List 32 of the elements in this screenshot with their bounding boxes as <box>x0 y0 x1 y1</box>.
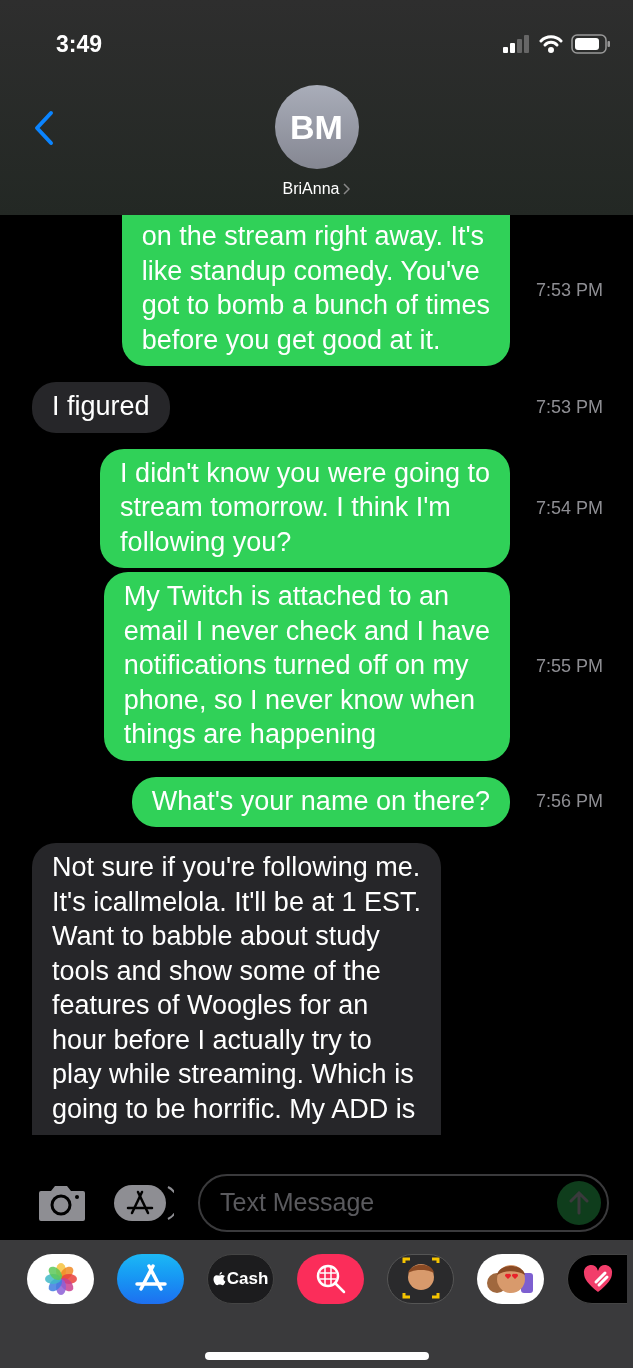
image-search-icon[interactable] <box>297 1254 364 1304</box>
arrow-up-icon <box>569 1190 589 1215</box>
message-time: 7:53 PM <box>536 396 604 417</box>
app-store-icon <box>112 1182 174 1223</box>
sticker-app-icon[interactable] <box>477 1254 544 1304</box>
message-time: 7:53 PM <box>536 280 604 300</box>
message-text: on the stream right away. It's like standup comedy. You've got to bomb a bunch of times before you get good at it. <box>141 220 490 357</box>
message-field[interactable]: Text Message <box>198 1173 609 1232</box>
message-text: My Twitch is attached to an email I never check and I have notifications turned off on my phone, so I never know when things are happening <box>123 580 490 751</box>
chevron-right-icon <box>343 183 351 195</box>
message-input-field[interactable]: Text Message <box>220 1183 557 1222</box>
status-time: 3:49 <box>56 29 103 59</box>
message-text: I didn't know you were going to stream tomorrow. I think I'm following you? <box>120 456 490 559</box>
heart-app-icon[interactable] <box>567 1254 627 1304</box>
message-text: I figured <box>52 390 150 423</box>
wifi-icon <box>539 35 563 53</box>
chevron-left-icon <box>34 110 54 146</box>
app-store-icon[interactable] <box>117 1254 184 1304</box>
photos-app-icon[interactable] <box>27 1254 94 1304</box>
signal-icon <box>503 35 531 53</box>
contact-name-button[interactable]: BriAnna <box>282 177 351 201</box>
memoji-app-icon[interactable] <box>387 1254 454 1304</box>
message-time: 7:56 PM <box>536 791 604 812</box>
message-time: 7:54 PM <box>536 497 604 518</box>
cash-app-button[interactable]: Cash <box>207 1254 274 1304</box>
apps-button[interactable] <box>112 1182 174 1223</box>
apple-icon <box>212 1271 226 1287</box>
message-text: Not sure if you're following me. It's icallmelola. It'll be at 1 EST. Want to babble about study tools and show some of the features of Woogles for an hour before I actually try to play while streaming. Which is going to be horrific. My ADD is <box>52 851 421 1126</box>
message-text: What's your name on there? <box>151 784 490 818</box>
back-button[interactable] <box>32 108 56 148</box>
message-time: 7:55 PM <box>536 655 604 676</box>
battery-icon <box>571 34 611 54</box>
